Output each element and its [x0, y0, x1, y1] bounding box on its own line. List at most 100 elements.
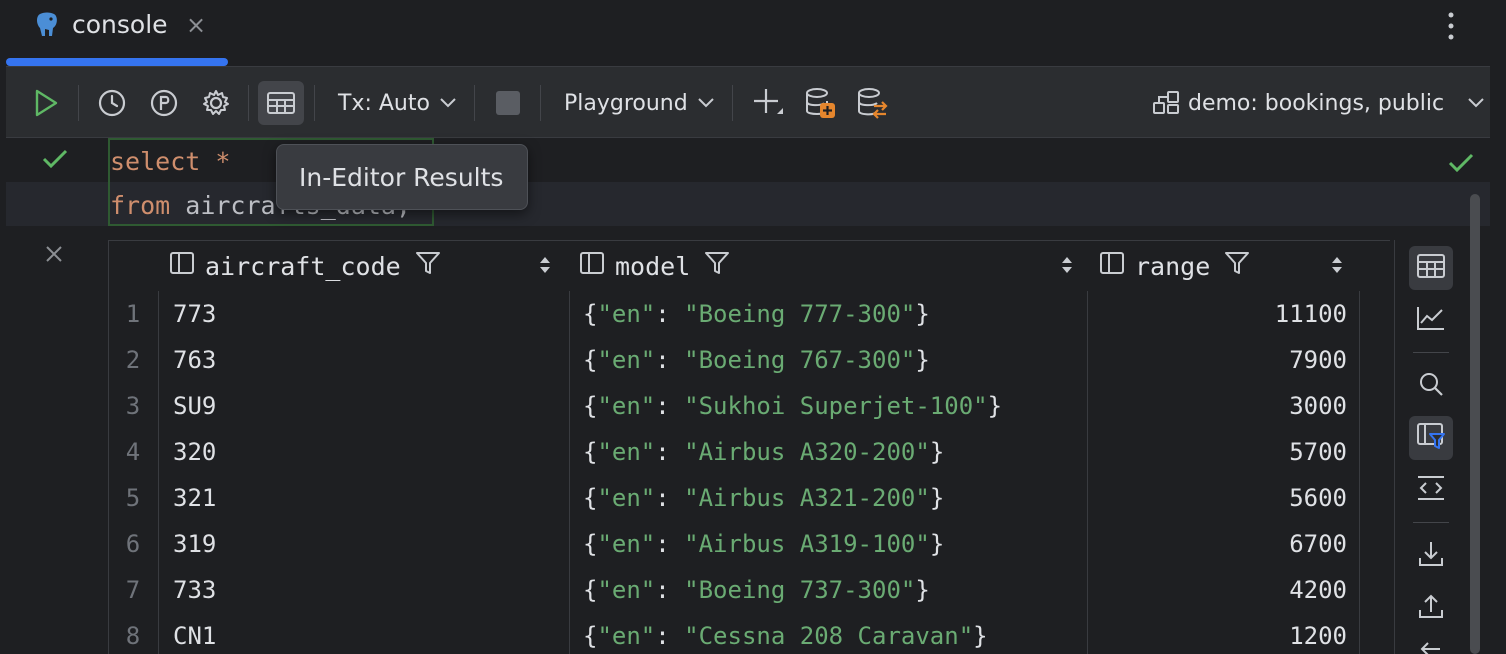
row-number[interactable]: 8: [109, 613, 157, 654]
json-brace: }: [929, 530, 945, 558]
run-button[interactable]: [24, 81, 68, 125]
filter-icon[interactable]: [704, 250, 730, 282]
history-icon: [97, 88, 127, 118]
column-icon: [1099, 251, 1125, 281]
back-button[interactable]: [1409, 636, 1453, 654]
cell-aircraft-code[interactable]: 321: [173, 475, 216, 521]
cell-model[interactable]: {"en": "Cessna 208 Caravan"}: [583, 613, 988, 654]
json-value: Airbus A321-200: [698, 484, 916, 512]
chart-view-button[interactable]: [1409, 298, 1453, 342]
parameters-button[interactable]: [142, 81, 186, 125]
cell-range[interactable]: 6700: [1099, 521, 1347, 567]
table-view-button[interactable]: [1409, 246, 1453, 290]
tab-bar: console ×: [0, 0, 1506, 66]
json-quote: ": [684, 438, 699, 466]
cell-range[interactable]: 11100: [1099, 291, 1347, 337]
cell-range[interactable]: 3000: [1099, 383, 1347, 429]
results-tool-strip: [1394, 240, 1460, 654]
filter-icon[interactable]: [1224, 250, 1250, 282]
column-header-model[interactable]: model: [579, 241, 1079, 291]
cell-range[interactable]: 5700: [1099, 429, 1347, 475]
cell-range[interactable]: 1200: [1099, 613, 1347, 654]
code-line-1: select *: [110, 140, 230, 184]
json-key: "en": [597, 622, 656, 650]
cell-range[interactable]: 5600: [1099, 475, 1347, 521]
row-number-column: 12345678: [109, 291, 159, 654]
export-button[interactable]: [1409, 534, 1453, 578]
cell-model[interactable]: {"en": "Airbus A319-100"}: [583, 521, 944, 567]
cell-aircraft-code[interactable]: 319: [173, 521, 216, 567]
cell-aircraft-code[interactable]: CN1: [173, 613, 216, 654]
json-brace: }: [929, 438, 945, 466]
cell-model[interactable]: {"en": "Airbus A321-200"}: [583, 475, 944, 521]
cell-aircraft-code[interactable]: SU9: [173, 383, 216, 429]
tab-console[interactable]: console ×: [6, 0, 228, 66]
strip-separator: [1413, 522, 1449, 523]
database-add-button[interactable]: [798, 81, 842, 125]
cell-model[interactable]: {"en": "Airbus A320-200"}: [583, 429, 944, 475]
json-colon: :: [655, 530, 685, 558]
row-number[interactable]: 3: [109, 383, 157, 429]
json-brace: {: [583, 392, 598, 420]
vertical-scrollbar[interactable]: [1470, 194, 1480, 654]
history-button[interactable]: [90, 81, 134, 125]
sort-icon[interactable]: [539, 252, 551, 281]
filter-icon[interactable]: [415, 250, 441, 282]
column-header-range[interactable]: range: [1099, 241, 1349, 291]
more-options-icon[interactable]: [1440, 8, 1462, 44]
close-icon[interactable]: ×: [186, 12, 206, 38]
close-results-icon[interactable]: [44, 244, 64, 268]
json-key: "en": [597, 346, 656, 374]
toolbar-separator: [314, 85, 315, 121]
json-brace: {: [583, 438, 598, 466]
json-colon: :: [655, 576, 685, 604]
row-number[interactable]: 2: [109, 337, 157, 383]
json-quote: ": [915, 484, 930, 512]
add-icon: [751, 86, 785, 120]
cell-model[interactable]: {"en": "Sukhoi Superjet-100"}: [583, 383, 1002, 429]
json-quote: ": [900, 346, 916, 374]
cell-aircraft-code[interactable]: 763: [173, 337, 216, 383]
json-brace: {: [583, 484, 598, 512]
row-number[interactable]: 6: [109, 521, 157, 567]
cell-model[interactable]: {"en": "Boeing 737-300"}: [583, 567, 930, 613]
cell-range[interactable]: 4200: [1099, 567, 1347, 613]
session-label: Playground: [564, 90, 688, 116]
json-quote: ": [915, 438, 930, 466]
json-brace: }: [915, 576, 930, 604]
in-editor-results-button[interactable]: [258, 81, 304, 125]
cell-aircraft-code[interactable]: 733: [173, 567, 216, 613]
sql-editor[interactable]: select * from aircrafts_data; In-Editor …: [6, 138, 1490, 654]
column-divider: [1087, 291, 1088, 654]
cell-model[interactable]: {"en": "Boeing 767-300"}: [583, 337, 930, 383]
cell-aircraft-code[interactable]: 320: [173, 429, 216, 475]
database-switch-button[interactable]: [850, 81, 894, 125]
row-number[interactable]: 7: [109, 567, 157, 613]
tooltip-text: In-Editor Results: [299, 162, 504, 192]
search-button[interactable]: [1409, 364, 1453, 408]
stop-button[interactable]: [486, 81, 530, 125]
import-button[interactable]: [1409, 586, 1453, 630]
in-editor-results-icon: [265, 89, 297, 117]
row-number[interactable]: 1: [109, 291, 157, 337]
filter-button[interactable]: [1409, 416, 1453, 460]
json-brace: {: [583, 576, 598, 604]
json-colon: :: [655, 484, 685, 512]
json-quote: ": [684, 392, 699, 420]
session-dropdown[interactable]: Playground: [564, 81, 714, 125]
cell-range[interactable]: 7900: [1099, 337, 1347, 383]
row-number[interactable]: 5: [109, 475, 157, 521]
json-value: Airbus A320-200: [698, 438, 916, 466]
settings-button[interactable]: [194, 81, 238, 125]
datasource-dropdown[interactable]: demo: bookings, public: [1152, 81, 1484, 125]
row-number[interactable]: 4: [109, 429, 157, 475]
column-header-aircraft-code[interactable]: aircraft_code: [169, 241, 559, 291]
sort-icon[interactable]: [1061, 252, 1073, 281]
code-view-button[interactable]: [1409, 468, 1453, 512]
add-button[interactable]: [746, 81, 790, 125]
sort-icon[interactable]: [1331, 252, 1343, 281]
toolbar-separator: [78, 85, 79, 121]
cell-aircraft-code[interactable]: 773: [173, 291, 216, 337]
cell-model[interactable]: {"en": "Boeing 777-300"}: [583, 291, 930, 337]
transaction-mode-dropdown[interactable]: Tx: Auto: [338, 81, 462, 125]
